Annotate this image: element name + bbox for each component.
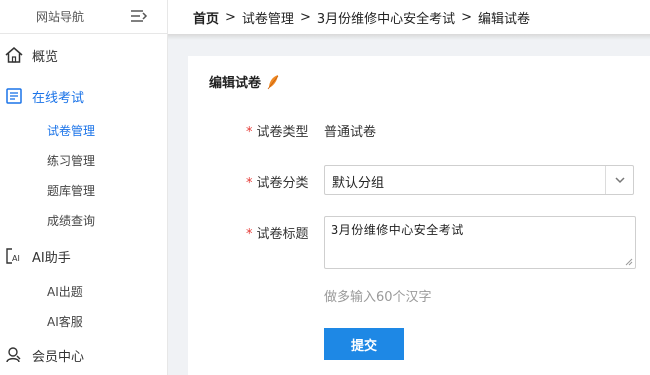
breadcrumb-exam[interactable]: 3月份维修中心安全考试	[317, 8, 455, 27]
resize-grip-icon[interactable]	[625, 258, 633, 266]
sidebar-title: 网站导航	[36, 10, 85, 24]
required-mark: *	[246, 227, 253, 242]
sidebar-subitem-label: 成绩查询	[47, 213, 96, 228]
sidebar-subitem-label: AI客服	[47, 314, 83, 329]
breadcrumb-separator: >	[225, 9, 236, 25]
sidebar-subitem-ai-service[interactable]: AI客服	[0, 306, 167, 336]
paper-category-value: 默认分组	[332, 176, 385, 191]
breadcrumb-home[interactable]: 首页	[193, 8, 219, 27]
sidebar-header: 网站导航	[0, 0, 167, 34]
paper-title-value: 3月份维修中心安全考试	[331, 223, 464, 237]
svg-text:AI: AI	[12, 254, 20, 263]
breadcrumb-paper-management[interactable]: 试卷管理	[242, 8, 294, 27]
breadcrumb-separator: >	[461, 9, 473, 25]
paper-type-label-text: 试卷类型	[256, 125, 309, 140]
paper-title-textarea[interactable]: 3月份维修中心安全考试	[324, 216, 636, 269]
sidebar-item-overview[interactable]: 概览	[0, 38, 167, 72]
paper-title-label: * 试卷标题	[246, 223, 318, 242]
title-length-hint: 做多输入60个汉字	[324, 290, 432, 305]
sidebar-item-label: 在线考试	[32, 90, 85, 106]
breadcrumb-separator: >	[299, 9, 311, 25]
ai-icon: AI	[6, 248, 20, 264]
sidebar-subitem-label: 试卷管理	[47, 123, 96, 138]
chevron-down-icon	[615, 177, 625, 184]
paper-category-label-text: 试卷分类	[256, 176, 309, 191]
card-title-text: 编辑试卷	[209, 76, 262, 91]
app: 网站导航 概览 在线考试 试卷管理 练习管理 题库管理 成绩查询 AI AI助手…	[0, 0, 650, 375]
sidebar-subitem-score-query[interactable]: 成绩查询	[0, 205, 167, 235]
breadcrumb: 首页 > 试卷管理 > 3月份维修中心安全考试 > 编辑试卷	[168, 0, 650, 34]
home-icon	[5, 47, 23, 63]
user-icon	[6, 347, 21, 363]
required-mark: *	[246, 176, 253, 191]
sidebar-subitem-label: AI出题	[47, 284, 83, 299]
sidebar-item-ai-assistant[interactable]: AI AI助手	[0, 239, 167, 273]
sidebar-item-label: AI助手	[32, 250, 71, 266]
paper-category-label: * 试卷分类	[246, 172, 318, 191]
sidebar-subitem-label: 练习管理	[47, 153, 96, 168]
sidebar-item-label: 概览	[32, 49, 59, 65]
select-arrow-area[interactable]	[605, 166, 633, 194]
sidebar-subitem-practice-management[interactable]: 练习管理	[0, 145, 167, 175]
paper-category-select[interactable]: 默认分组	[324, 165, 634, 195]
paper-type-label: * 试卷类型	[246, 121, 318, 140]
paper-title-label-text: 试卷标题	[256, 227, 309, 242]
feather-icon	[267, 74, 279, 89]
sidebar-subitem-question-bank[interactable]: 题库管理	[0, 175, 167, 205]
edit-paper-card: 编辑试卷 * 试卷类型 普通试卷 * 试卷分类 默认分组 * 试卷标题 3月份维修	[188, 56, 650, 375]
sidebar-item-member-center[interactable]: 会员中心	[0, 338, 167, 372]
paper-type-value: 普通试卷	[324, 125, 377, 140]
menu-collapse-icon[interactable]	[130, 8, 148, 24]
card-title: 编辑试卷	[209, 72, 281, 91]
exam-list-icon	[6, 88, 22, 104]
sidebar-subitem-label: 题库管理	[47, 183, 96, 198]
submit-button[interactable]: 提交	[324, 328, 404, 360]
sidebar-subitem-paper-management[interactable]: 试卷管理	[0, 115, 167, 145]
sidebar: 网站导航 概览 在线考试 试卷管理 练习管理 题库管理 成绩查询 AI AI助手…	[0, 0, 168, 375]
sidebar-subitem-ai-question[interactable]: AI出题	[0, 276, 167, 306]
sidebar-item-label: 会员中心	[32, 349, 85, 365]
required-mark: *	[246, 125, 253, 140]
breadcrumb-current: 编辑试卷	[478, 11, 531, 27]
sidebar-item-online-exam[interactable]: 在线考试	[0, 79, 167, 113]
topbar-shadow	[168, 34, 650, 40]
